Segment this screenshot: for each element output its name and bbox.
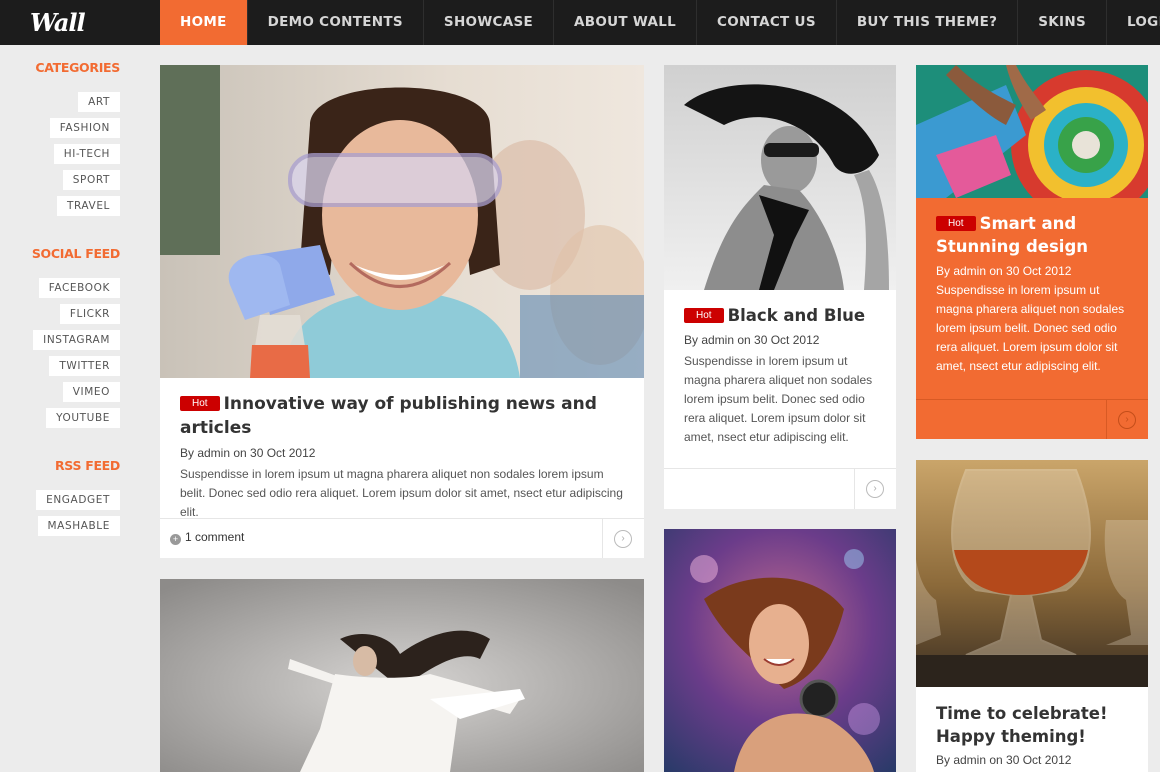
post-card-smart-and-stunning: Hot Smart and Stunning design By admin on… — [916, 65, 1148, 439]
chevron-right-icon: › — [866, 480, 884, 498]
social-vimeo[interactable]: VIMEO — [62, 382, 120, 402]
post-image-brandy-glasses[interactable] — [916, 460, 1148, 687]
comment-link[interactable]: +1 comment — [170, 530, 244, 545]
post-image-sand-mandala[interactable] — [916, 65, 1148, 198]
social-facebook[interactable]: FACEBOOK — [38, 278, 120, 298]
nav-skins[interactable]: SKINS — [1018, 0, 1107, 45]
social-youtube[interactable]: YOUTUBE — [46, 408, 120, 428]
post-excerpt: Suspendisse in lorem ipsum ut magna phar… — [936, 283, 1125, 373]
post-title-text[interactable]: Innovative way of publishing news and ar… — [180, 394, 597, 438]
category-fashion[interactable]: FASHION — [49, 118, 120, 138]
categories-heading: CATEGORIES — [35, 60, 120, 75]
social-feed-heading: SOCIAL FEED — [31, 246, 120, 261]
post-image-woman-with-headphones[interactable] — [664, 529, 896, 772]
read-more-button[interactable]: › — [854, 469, 896, 509]
comment-icon: + — [170, 534, 181, 545]
nav-home[interactable]: HOME — [160, 0, 248, 45]
post-meta: By admin on 30 Oct 2012 — [180, 446, 316, 460]
social-instagram[interactable]: INSTAGRAM — [33, 330, 120, 350]
category-hi-tech[interactable]: HI-TECH — [53, 144, 120, 164]
nav-demo-contents[interactable]: DEMO CONTENTS — [248, 0, 424, 45]
post-meta: By admin on 30 Oct 2012 — [936, 264, 1072, 278]
post-excerpt: Suspendisse in lorem ipsum ut magna phar… — [180, 467, 623, 519]
post-footer: › — [916, 399, 1148, 439]
main-nav: HOME DEMO CONTENTS SHOWCASE ABOUT WALL C… — [160, 0, 1160, 45]
post-footer: › — [664, 468, 896, 509]
rss-engadget[interactable]: ENGADGET — [36, 490, 120, 510]
post-meta: By admin on 30 Oct 2012 — [684, 333, 820, 347]
post-body: Hot Innovative way of publishing news and… — [160, 392, 644, 522]
top-navigation-bar: Wall HOME DEMO CONTENTS SHOWCASE ABOUT W… — [0, 0, 1160, 45]
social-flickr[interactable]: FLICKR — [59, 304, 120, 324]
chevron-right-icon: › — [614, 530, 632, 548]
category-art[interactable]: ART — [78, 92, 120, 112]
post-title[interactable]: Time to celebrate! Happy theming! — [936, 702, 1128, 748]
hot-badge: Hot — [936, 216, 976, 231]
nav-login[interactable]: LOGIN — [1107, 0, 1160, 45]
nav-showcase[interactable]: SHOWCASE — [424, 0, 555, 45]
post-excerpt: Suspendisse in lorem ipsum ut magna phar… — [684, 354, 873, 444]
wall-logo[interactable]: Wall — [30, 8, 86, 37]
hot-badge: Hot — [180, 396, 220, 411]
nav-about-wall[interactable]: ABOUT WALL — [554, 0, 698, 45]
post-title-text[interactable]: Black and Blue — [728, 306, 865, 325]
post-meta: By admin on 30 Oct 2012 — [936, 753, 1072, 767]
post-title[interactable]: Hot Innovative way of publishing news and… — [180, 392, 624, 440]
post-card-dj — [664, 529, 896, 772]
comment-count[interactable]: 1 comment — [185, 530, 244, 544]
rss-mashable[interactable]: MASHABLE — [37, 516, 120, 536]
post-title[interactable]: Hot Smart and Stunning design — [936, 212, 1128, 258]
post-image-woman-in-hat[interactable] — [664, 65, 896, 290]
rss-feed-heading: RSS FEED — [54, 458, 120, 473]
post-body: Hot Smart and Stunning design By admin on… — [916, 212, 1148, 376]
post-footer: +1 comment › — [160, 518, 644, 558]
nav-contact-us[interactable]: CONTACT US — [697, 0, 837, 45]
hot-badge: Hot — [684, 308, 724, 323]
post-image-girl-with-flask[interactable] — [160, 65, 644, 378]
post-card-time-to-celebrate: Time to celebrate! Happy theming! By adm… — [916, 460, 1148, 772]
post-card-black-and-blue: Hot Black and Blue By admin on 30 Oct 201… — [664, 65, 896, 509]
read-more-button[interactable]: › — [1106, 400, 1148, 439]
post-card-dancer — [160, 579, 644, 772]
category-sport[interactable]: SPORT — [62, 170, 120, 190]
post-card-innovative: Hot Innovative way of publishing news and… — [160, 65, 644, 558]
nav-buy-this-theme[interactable]: BUY THIS THEME? — [837, 0, 1019, 45]
social-twitter[interactable]: TWITTER — [49, 356, 120, 376]
post-body: Hot Black and Blue By admin on 30 Oct 201… — [664, 305, 896, 447]
chevron-right-icon: › — [1118, 411, 1136, 429]
post-image-dancer[interactable] — [160, 579, 644, 772]
post-body: Time to celebrate! Happy theming! By adm… — [916, 702, 1148, 767]
post-title[interactable]: Hot Black and Blue — [684, 305, 876, 327]
category-travel[interactable]: TRAVEL — [56, 196, 120, 216]
read-more-button[interactable]: › — [602, 519, 644, 558]
